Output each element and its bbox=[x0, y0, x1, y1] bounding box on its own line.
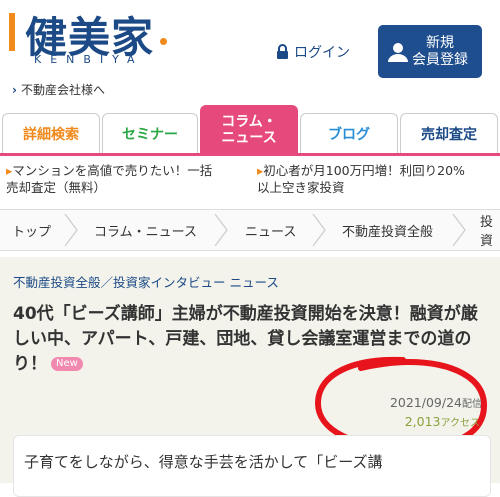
chevron-right-icon bbox=[452, 214, 466, 246]
register-label: 新規 会員登録 bbox=[412, 35, 468, 68]
access-count: 2,013アクセス bbox=[404, 414, 480, 429]
site-logo-subtitle: KENBIYA bbox=[34, 53, 144, 66]
breadcrumb: トップ コラム・ニュース ニュース 不動産投資全般 投資 bbox=[0, 209, 500, 251]
promo-link-sell[interactable]: ▸マンションを高値で売りたい！一括 売却査定（無料） bbox=[6, 162, 212, 196]
breadcrumb-item-news[interactable]: ニュース bbox=[245, 210, 296, 250]
article-body: 子育てをしながら、得意な手芸を活かして「ビーズ講 bbox=[13, 435, 491, 497]
new-badge: New bbox=[51, 357, 83, 371]
tab-seminar[interactable]: セミナー bbox=[102, 113, 198, 153]
article-body-text: 子育てをしながら、得意な手芸を活かして「ビーズ講 bbox=[24, 453, 383, 471]
company-link[interactable]: › 不動産会社様へ bbox=[12, 81, 105, 98]
breadcrumb-item-top[interactable]: トップ bbox=[12, 210, 51, 250]
main-tabs: 詳細検索 セミナー コラム・ ニュース ブログ 売却査定 bbox=[0, 105, 500, 156]
site-header: 健美家 KENBIYA ログイン 新規 会員登録 › 不動産会社様へ bbox=[0, 0, 500, 105]
logo-accent-bar bbox=[9, 13, 15, 51]
article-header: 不動産投資全般／投資家インタビュー ニュース 40代「ビーズ講師」主婦が不動産投… bbox=[0, 257, 500, 497]
tab-detail-search[interactable]: 詳細検索 bbox=[2, 113, 100, 153]
tab-column-news[interactable]: コラム・ ニュース bbox=[200, 105, 298, 153]
publish-date: 2021/09/24配信 bbox=[389, 395, 482, 410]
chevron-right-icon bbox=[214, 214, 228, 246]
chevron-right-icon: › bbox=[12, 83, 17, 97]
article-category[interactable]: 不動産投資全般／投資家インタビュー ニュース bbox=[13, 272, 279, 291]
breadcrumb-item-truncated[interactable]: 投資 bbox=[480, 210, 500, 250]
tab-sale-assessment[interactable]: 売却査定 bbox=[400, 113, 498, 153]
lock-icon bbox=[277, 44, 288, 59]
chevron-right-icon bbox=[312, 214, 326, 246]
register-button[interactable]: 新規 会員登録 bbox=[378, 25, 482, 78]
promo-link-vacant-house[interactable]: ▸初心者が月100万円増！利回り20% 以上空き家投資 bbox=[257, 162, 465, 196]
logo-dot bbox=[160, 38, 167, 45]
breadcrumb-item-column-news[interactable]: コラム・ニュース bbox=[94, 210, 197, 250]
tab-blog[interactable]: ブログ bbox=[300, 113, 398, 153]
login-link[interactable]: ログイン bbox=[276, 42, 350, 62]
promo-links: ▸マンションを高値で売りたい！一括 売却査定（無料） ▸初心者が月100万円増！… bbox=[0, 156, 500, 204]
breadcrumb-item-investment[interactable]: 不動産投資全般 bbox=[342, 210, 433, 250]
user-icon bbox=[388, 43, 408, 62]
login-label: ログイン bbox=[294, 45, 350, 61]
chevron-right-icon bbox=[64, 214, 78, 246]
